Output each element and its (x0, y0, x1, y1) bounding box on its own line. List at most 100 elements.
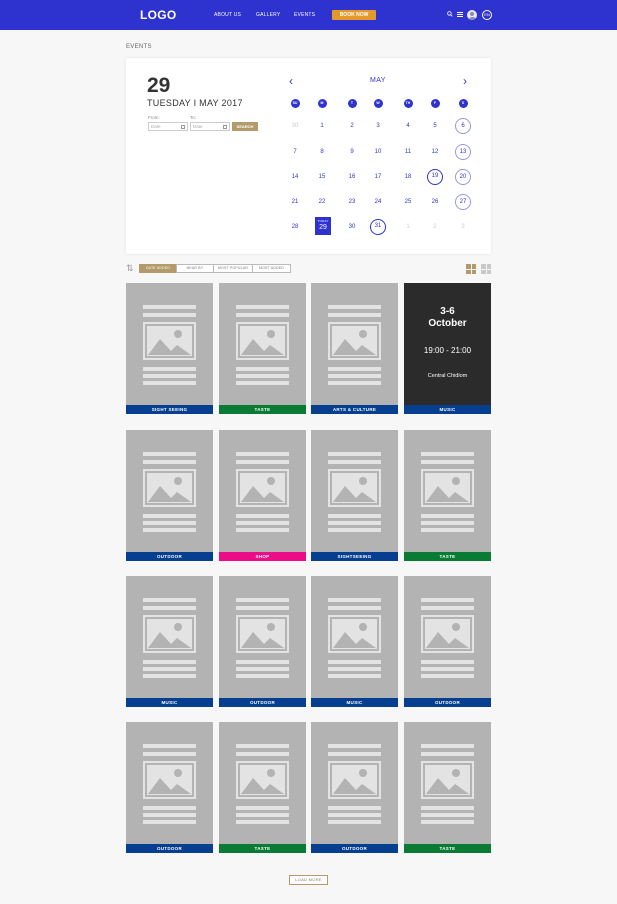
event-card[interactable]: SHOP (219, 430, 306, 561)
from-date-field[interactable]: Date (148, 122, 188, 131)
calendar-day[interactable]: 26 (427, 194, 443, 210)
text-placeholder (236, 313, 289, 317)
event-card[interactable]: MUSIC (311, 576, 398, 707)
text-placeholder (421, 598, 474, 602)
event-dates: 3-6 (440, 306, 455, 317)
calendar-day[interactable]: 20 (455, 169, 471, 185)
calendar-day[interactable]: 22 (314, 194, 330, 210)
calendar-day[interactable]: 2 (427, 219, 443, 235)
text-placeholder (328, 381, 381, 385)
sort-option[interactable]: MOST ADDED (252, 264, 291, 273)
calendar-day[interactable]: 3 (370, 118, 386, 134)
calendar-day[interactable]: 10 (370, 144, 386, 160)
text-placeholder (421, 674, 474, 678)
book-now-button[interactable]: BOOK NOW (332, 10, 376, 20)
category-tag: OUTDOOR (311, 844, 398, 853)
event-card[interactable]: OUTDOOR (126, 722, 213, 853)
calendar-day[interactable]: 7 (287, 144, 303, 160)
calendar-day[interactable]: 12 (427, 144, 443, 160)
category-tag: SHOP (219, 552, 306, 561)
calendar-day[interactable]: 21 (287, 194, 303, 210)
calendar-day[interactable]: 28 (287, 219, 303, 235)
top-nav: LOGO ABOUT US GALLERY EVENTS BOOK NOW EN (0, 0, 617, 30)
nav-link-gallery[interactable]: GALLERY (256, 12, 280, 18)
text-placeholder (328, 305, 381, 309)
event-card[interactable]: TASTE (404, 430, 491, 561)
calendar-day[interactable]: 1 (400, 219, 416, 235)
text-placeholder (143, 367, 196, 371)
calendar-day[interactable]: 4 (400, 118, 416, 134)
grid-view-icon[interactable] (466, 264, 476, 274)
calendar-day[interactable]: 8 (314, 144, 330, 160)
logo[interactable]: LOGO (140, 8, 177, 22)
event-card[interactable]: TASTE (219, 722, 306, 853)
image-placeholder-icon (328, 761, 381, 799)
calendar-day[interactable]: 17 (370, 169, 386, 185)
language-switch[interactable]: EN (482, 10, 492, 20)
sort-option[interactable]: MOST POPULAR (213, 264, 253, 273)
event-card[interactable]: SIGHTSEEING (311, 430, 398, 561)
text-placeholder (143, 514, 196, 518)
calendar-day[interactable]: 25 (400, 194, 416, 210)
calendar-day[interactable]: 15 (314, 169, 330, 185)
calendar-day[interactable]: 1 (314, 118, 330, 134)
search-button[interactable]: SEARCH (232, 122, 258, 131)
event-card[interactable]: TASTE (219, 283, 306, 414)
to-date-field[interactable]: Date (190, 122, 230, 131)
category-tag: TASTE (404, 552, 491, 561)
load-more-button[interactable]: LOAD MORE (289, 875, 328, 885)
list-view-icon[interactable] (481, 264, 491, 274)
today-cell[interactable]: TODAY 29 (315, 217, 331, 235)
menu-icon[interactable] (457, 12, 463, 18)
event-card[interactable]: OUTDOOR (219, 576, 306, 707)
calendar-day[interactable]: 23 (344, 194, 360, 210)
calendar-day[interactable]: 6 (455, 118, 471, 134)
calendar-icon (181, 124, 185, 129)
text-placeholder (328, 598, 381, 602)
event-card[interactable]: OUTDOOR (404, 576, 491, 707)
text-placeholder (236, 381, 289, 385)
event-card[interactable]: MUSIC (126, 576, 213, 707)
category-tag: MUSIC (126, 698, 213, 707)
calendar-day[interactable]: 13 (455, 144, 471, 160)
weekday-label: SU (290, 99, 300, 108)
event-card[interactable]: OUTDOOR (126, 430, 213, 561)
weekday-label: T (347, 99, 357, 108)
text-placeholder (143, 674, 196, 678)
event-card[interactable]: ARTS & CULTURE (311, 283, 398, 414)
next-month-chevron-icon[interactable]: › (463, 75, 467, 87)
text-placeholder (143, 660, 196, 664)
sort-icon[interactable]: ⇅ (126, 263, 136, 273)
event-card[interactable]: TASTE (404, 722, 491, 853)
event-card[interactable]: OUTDOOR (311, 722, 398, 853)
image-placeholder-icon (236, 761, 289, 799)
event-card[interactable]: SIGHT SEEING (126, 283, 213, 414)
from-date-placeholder: Date (151, 124, 161, 129)
featured-event-card[interactable]: 3-6 October 19:00 - 21:00 Central Chidlo… (404, 283, 491, 414)
calendar-day[interactable]: 24 (370, 194, 386, 210)
calendar-day[interactable]: 31 (370, 219, 386, 235)
calendar-day[interactable]: 16 (344, 169, 360, 185)
sort-option[interactable]: DATE ADDED (139, 264, 177, 273)
calendar-day[interactable]: 19 (427, 169, 443, 185)
calendar-day[interactable]: 14 (287, 169, 303, 185)
calendar-day[interactable]: 3 (455, 219, 471, 235)
search-icon[interactable] (447, 11, 453, 17)
nav-link-about[interactable]: ABOUT US (214, 12, 241, 18)
calendar-day[interactable]: 11 (400, 144, 416, 160)
prev-month-chevron-icon[interactable]: ‹ (289, 75, 293, 87)
text-placeholder (328, 820, 381, 824)
text-placeholder (421, 752, 474, 756)
user-avatar-icon[interactable] (467, 10, 477, 20)
nav-link-events[interactable]: EVENTS (294, 12, 315, 18)
calendar-day[interactable]: 2 (344, 118, 360, 134)
sort-option[interactable]: NEAR BY (176, 264, 214, 273)
calendar-day[interactable]: 30 (344, 219, 360, 235)
weekday-label: M (317, 99, 327, 108)
weekday-label: S (458, 99, 468, 108)
calendar-day[interactable]: 9 (344, 144, 360, 160)
calendar-day[interactable]: 18 (400, 169, 416, 185)
calendar-day[interactable]: 27 (455, 194, 471, 210)
calendar-day[interactable]: 30 (287, 118, 303, 134)
calendar-day[interactable]: 5 (427, 118, 443, 134)
